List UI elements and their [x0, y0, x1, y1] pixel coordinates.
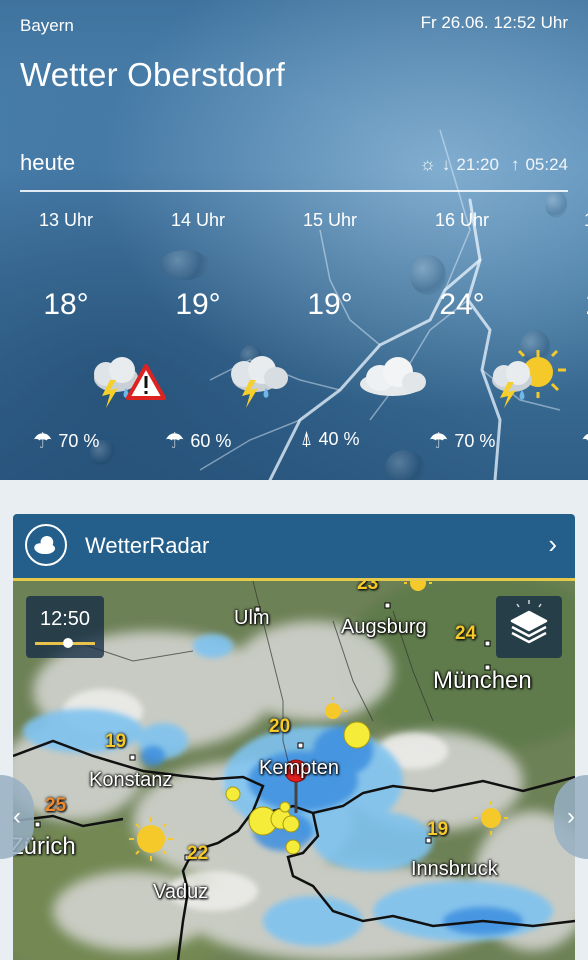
time-slider-knob[interactable] [63, 638, 73, 648]
hourly-forecast[interactable]: 13 Uhr 18° ☂ 70 % 14 Uhr 19° ☂ 60 % 15 U… [0, 210, 588, 470]
umbrella-icon: ☂ [32, 428, 53, 453]
forecast-hour: 16 Uhr [434, 210, 490, 230]
city-label: Vaduz [153, 881, 209, 903]
umbrella-icon: ☂ [581, 428, 588, 454]
precip-value: 60 % [190, 430, 232, 451]
temperature-label: 19 [105, 731, 127, 752]
sun-times: ☼ ↓ 21:20 ↑ 05:24 [419, 154, 568, 175]
day-label: heute [20, 150, 76, 175]
forecast-temp: 18° [43, 288, 89, 321]
radar-logo-icon [25, 524, 67, 566]
precip-info: ☂ 70 % [6, 428, 126, 454]
time-slider-box[interactable]: 12:50 [26, 596, 104, 658]
temperature-label: 23 [357, 581, 379, 594]
precip-info: ☂ [534, 428, 588, 454]
sunset-arrow-icon: ↓ [441, 154, 451, 174]
precip-value: 40 % [318, 429, 360, 449]
page-title: Wetter Oberstdorf [20, 56, 286, 93]
temperature-label: 20 [269, 716, 291, 737]
forecast-hour: 15 Uhr [302, 210, 358, 230]
radar-header[interactable]: WetterRadar › [13, 514, 575, 581]
cloud-icon [360, 357, 426, 396]
city-label: Konstanz [89, 769, 173, 791]
city-label: Innsbruck [411, 858, 498, 880]
region-label: Bayern [20, 16, 74, 35]
sunset-time: 21:20 [456, 154, 499, 174]
forecast-hour: 13 Uhr [38, 210, 94, 230]
day-tab[interactable]: heute ☼ ↓ 21:20 ↑ 05:24 [20, 150, 568, 192]
forecast-hour: 14 Uhr [170, 210, 226, 230]
radar-map[interactable]: 12:50 Ulm Augsburg München Konstanz Kemp… [13, 581, 575, 960]
sunrise-arrow-icon: ↑ [510, 154, 520, 174]
temperature-label: 22 [187, 843, 209, 864]
forecast-temp: 19° [175, 288, 221, 321]
forecast-hour: 17 [534, 210, 588, 231]
date-time: Fr 26.06. 12:52 Uhr [420, 13, 568, 32]
city-label: Kempten [259, 757, 340, 779]
forecast-temp: 19° [307, 288, 353, 321]
closed-umbrella-icon: ⍋ [300, 428, 313, 450]
precip-value: 70 % [58, 430, 100, 451]
chevron-right-icon: › [567, 803, 575, 830]
forecast-temp: 2 [534, 288, 588, 322]
radar-card[interactable]: WetterRadar › 12:50 Ulm Augsburg München… [13, 514, 575, 960]
precip-value: 70 % [454, 430, 496, 451]
forecast-panel: Bayern Fr 26.06. 12:52 Uhr Wetter Oberst… [0, 0, 588, 480]
city-label: Ulm [234, 607, 270, 629]
precip-info: ☂ 70 % [402, 428, 522, 454]
city-label: München [433, 667, 532, 694]
precip-info: ⍋ 40 % [270, 428, 390, 451]
umbrella-icon: ☂ [164, 428, 185, 453]
sunrise-time: 05:24 [525, 154, 568, 174]
city-label: Augsburg [341, 616, 427, 638]
temperature-label: 24 [455, 623, 477, 644]
thunderstorm-icon [231, 356, 288, 408]
umbrella-icon: ☂ [428, 428, 449, 453]
temperature-label: 25 [45, 795, 67, 816]
forecast-temp: 24° [439, 288, 485, 321]
temperature-label: 19 [427, 819, 449, 840]
chevron-left-icon: ‹ [13, 803, 21, 830]
layers-icon [510, 600, 548, 644]
chevron-right-icon[interactable]: › [548, 529, 557, 560]
radar-title: WetterRadar [85, 533, 210, 558]
sun-outline-icon: ☼ [419, 154, 436, 174]
precip-info: ☂ 60 % [138, 428, 258, 454]
thunderstorm-warning-icon [94, 357, 166, 408]
sun-thunderstorm-icon [492, 349, 566, 408]
radar-time: 12:50 [39, 608, 91, 630]
layers-button[interactable] [496, 596, 562, 658]
